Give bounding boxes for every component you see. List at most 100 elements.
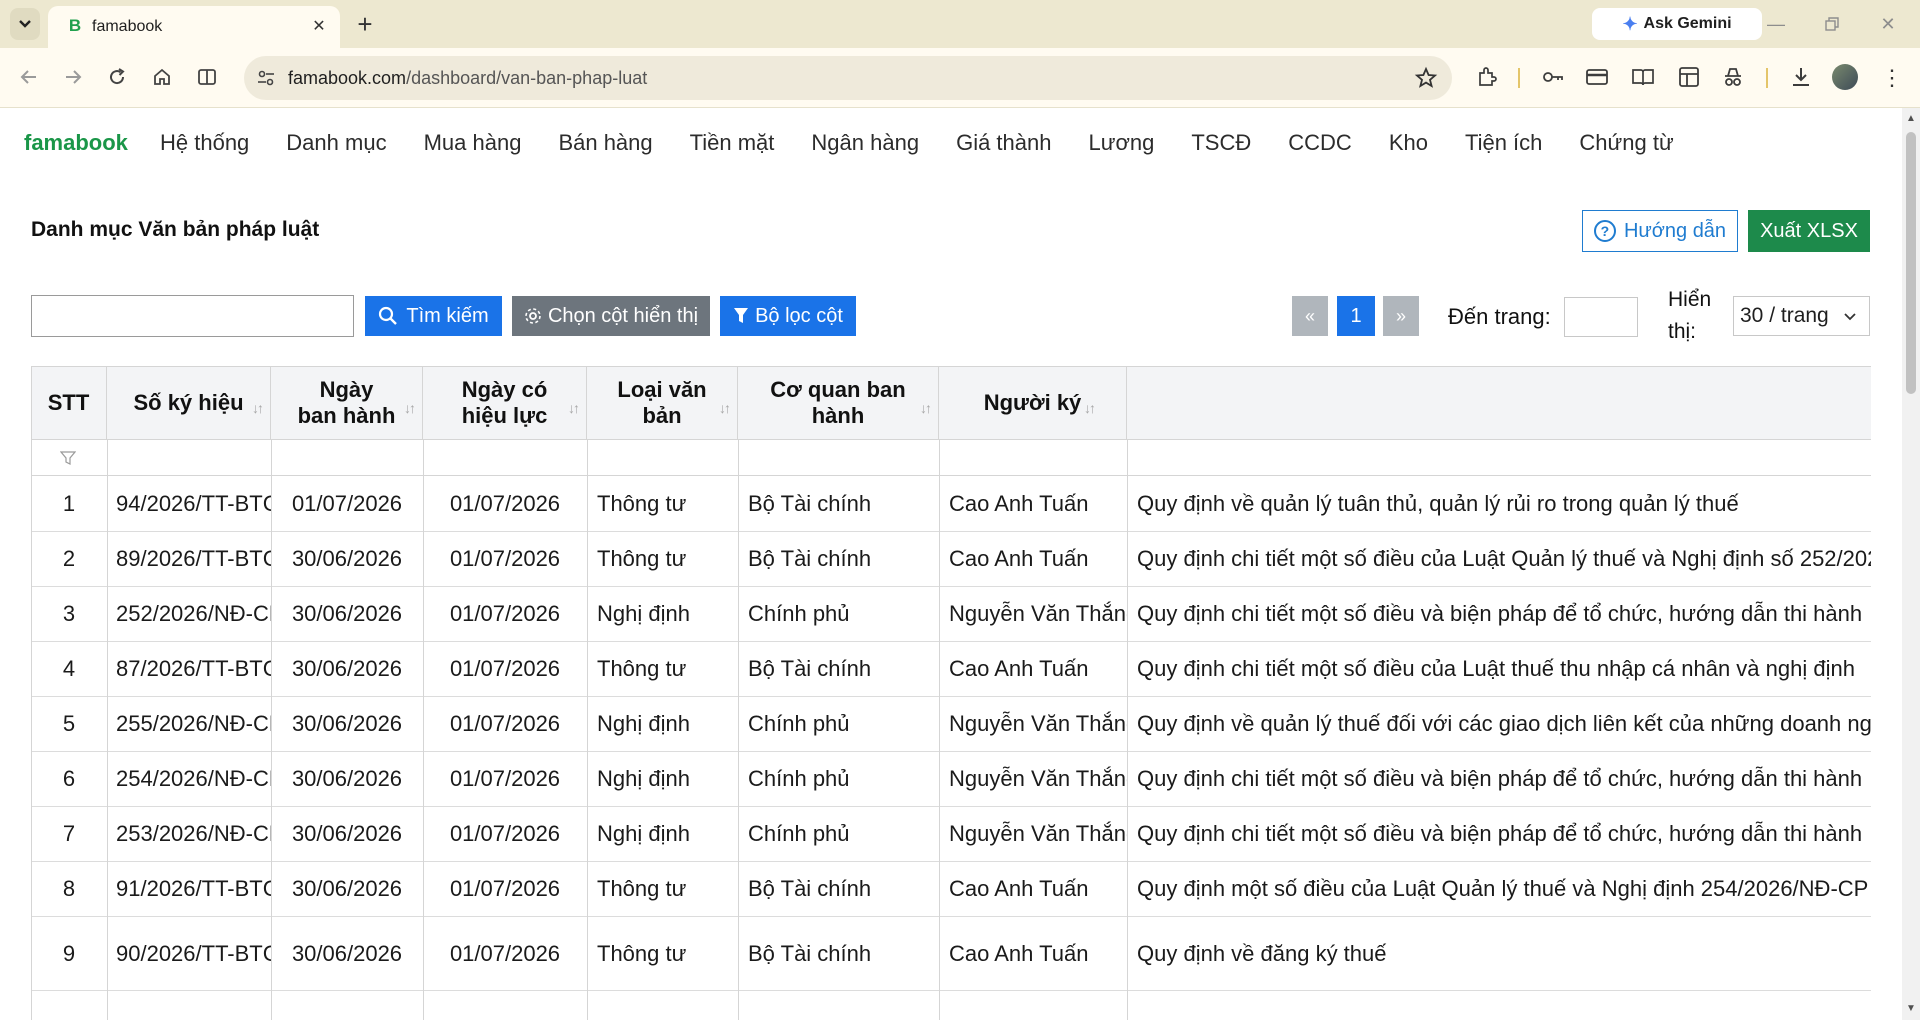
menu-item-ngan-hang[interactable]: Ngân hàng — [811, 130, 919, 156]
extensions-icon[interactable] — [1472, 62, 1502, 92]
menu-item-mua-hang[interactable]: Mua hàng — [424, 130, 522, 156]
menu-item-tscd[interactable]: TSCĐ — [1191, 130, 1251, 156]
site-settings-icon[interactable] — [256, 68, 276, 88]
url-text[interactable]: famabook.com/dashboard/van-ban-phap-luat — [288, 68, 647, 89]
profile-avatar[interactable] — [1832, 64, 1858, 90]
incognito-icon[interactable] — [1718, 62, 1748, 92]
tab-title: famabook — [92, 18, 163, 35]
browser-tab[interactable]: B famabook ✕ — [48, 6, 340, 48]
sort-icon[interactable]: ↓↑ — [252, 395, 264, 421]
column-header-ngay-co-hieu-luc[interactable]: Ngày có hiệu lực ↓↑ — [423, 367, 587, 439]
new-tab-button[interactable]: + — [350, 10, 380, 40]
minimize-button[interactable]: — — [1754, 6, 1798, 42]
cell-ngay-hieu-luc: 01/07/2026 — [449, 491, 561, 516]
table-row[interactable]: 3 252/2026/NĐ-CP 30/06/2026 01/07/2026 Nghị … — [31, 587, 1871, 642]
sort-icon[interactable]: ↓↑ — [920, 395, 932, 421]
page-size-label: Hiển thị: — [1668, 288, 1712, 343]
cell-ngay-hieu-luc: 01/07/2026 — [449, 876, 561, 901]
choose-columns-button[interactable]: Chọn cột hiển thị — [512, 296, 710, 336]
forward-button[interactable] — [56, 60, 90, 94]
menu-item-ban-hang[interactable]: Bán hàng — [558, 130, 652, 156]
column-header-ngay-ban-hanh[interactable]: Ngày ban hành ↓↑ — [271, 367, 423, 439]
menu-item-danh-muc[interactable]: Danh mục — [286, 130, 386, 156]
sort-icon[interactable]: ↓↑ — [404, 395, 416, 421]
bookmark-star-icon[interactable] — [1414, 66, 1438, 90]
password-key-icon[interactable] — [1538, 62, 1568, 92]
table-row[interactable]: 7 253/2026/NĐ-CP 30/06/2026 01/07/2026 Nghị … — [31, 807, 1871, 862]
search-button[interactable]: Tìm kiếm — [365, 296, 502, 336]
scroll-thumb[interactable] — [1906, 132, 1916, 394]
cell-so-ky-hieu: 91/2026/TT-BTC — [116, 876, 271, 901]
menu-item-luong[interactable]: Lương — [1088, 130, 1154, 156]
search-input[interactable] — [31, 295, 354, 337]
cell-trich-yeu: Quy định một số điều của Luật Quản lý th… — [1137, 876, 1869, 901]
cell-so-ky-hieu: 255/2026/NĐ-CP — [116, 711, 271, 736]
choose-columns-label: Chọn cột hiển thị — [547, 304, 699, 327]
tab-search-button[interactable] — [10, 8, 40, 40]
pagination-next[interactable]: » — [1383, 296, 1419, 336]
brand-logo[interactable]: famabook — [24, 130, 128, 156]
sort-icon[interactable]: ↓↑ — [568, 395, 580, 421]
reload-button[interactable] — [100, 60, 134, 94]
filter-icon[interactable] — [60, 450, 76, 466]
menu-item-tien-mat[interactable]: Tiền mặt — [690, 130, 775, 156]
menu-item-ccdc[interactable]: CCDC — [1288, 130, 1352, 156]
pagination-prev[interactable]: « — [1292, 296, 1328, 336]
column-filter-button[interactable]: Bộ lọc cột — [720, 296, 856, 336]
column-header-co-quan-ban-hanh[interactable]: Cơ quan ban hành ↓↑ — [738, 367, 939, 439]
menu-item-he-thong[interactable]: Hệ thống — [160, 130, 249, 156]
goto-page-input[interactable] — [1564, 297, 1638, 337]
column-header-loai-van-ban[interactable]: Loại văn bản ↓↑ — [587, 367, 738, 439]
toolbar-separator — [1518, 68, 1520, 88]
download-icon[interactable] — [1786, 62, 1816, 92]
back-button[interactable] — [12, 60, 46, 94]
cell-stt: 5 — [62, 711, 76, 736]
cell-stt: 1 — [62, 491, 76, 516]
column-header-stt[interactable]: STT — [31, 367, 107, 439]
export-xlsx-button[interactable]: Xuất XLSX — [1748, 210, 1870, 252]
more-menu-icon[interactable]: ⋮ — [1880, 64, 1904, 92]
chevron-down-icon — [1844, 313, 1856, 321]
cell-ngay-ban-hanh: 30/06/2026 — [291, 766, 403, 791]
table-row[interactable]: 8 91/2026/TT-BTC 30/06/2026 01/07/2026 Thông… — [31, 862, 1871, 917]
tab-groups-icon[interactable] — [1674, 62, 1704, 92]
ask-gemini-button[interactable]: ✦ Ask Gemini — [1592, 8, 1762, 40]
sort-icon[interactable]: ↓↑ — [1084, 395, 1096, 421]
question-circle-icon: ? — [1593, 220, 1616, 242]
cell-ngay-ban-hanh: 30/06/2026 — [291, 876, 403, 901]
sort-icon[interactable]: ↓↑ — [719, 395, 731, 421]
menu-item-kho[interactable]: Kho — [1389, 130, 1428, 156]
filter-icon — [734, 308, 749, 323]
reading-list-icon[interactable] — [1628, 62, 1658, 92]
page-size-select[interactable]: 30 / trang — [1733, 296, 1870, 336]
scroll-up-arrow-icon[interactable]: ▲ — [1906, 114, 1916, 124]
table-row[interactable]: 1 94/2026/TT-BTC 01/07/2026 01/07/2026 Thông… — [31, 477, 1871, 532]
cell-ngay-hieu-luc: 01/07/2026 — [449, 546, 561, 571]
cell-ngay-hieu-luc: 01/07/2026 — [449, 601, 561, 626]
help-button[interactable]: ? Hướng dẫn — [1582, 210, 1738, 252]
column-header-nguoi-ky[interactable]: Người ký ↓↑ — [939, 367, 1127, 439]
address-bar[interactable]: famabook.com/dashboard/van-ban-phap-luat — [244, 56, 1452, 100]
scroll-down-arrow-icon[interactable]: ▼ — [1906, 1004, 1916, 1014]
table-row[interactable]: 2 89/2026/TT-BTC 30/06/2026 01/07/2026 Thông… — [31, 532, 1871, 587]
cell-ngay-ban-hanh: 30/06/2026 — [291, 601, 403, 626]
pagination-page-1[interactable]: 1 — [1337, 296, 1375, 336]
close-icon[interactable]: ✕ — [308, 16, 330, 38]
home-button[interactable] — [145, 60, 179, 94]
cell-ngay-hieu-luc: 01/07/2026 — [449, 821, 561, 846]
table-row[interactable]: 4 87/2026/TT-BTC 30/06/2026 01/07/2026 Thông… — [31, 642, 1871, 697]
cell-stt: 8 — [62, 876, 76, 901]
column-header-so-ky-hieu[interactable]: Số ký hiệu ↓↑ — [107, 367, 271, 439]
menu-item-gia-thanh[interactable]: Giá thành — [956, 130, 1051, 156]
table-row[interactable]: 9 90/2026/TT-BTC 30/06/2026 01/07/2026 Thông… — [31, 917, 1871, 991]
payment-card-icon[interactable] — [1582, 62, 1612, 92]
reading-mode-button[interactable] — [190, 60, 224, 94]
table-row[interactable]: 6 254/2026/NĐ-CP 30/06/2026 01/07/2026 Nghị … — [31, 752, 1871, 807]
table-row[interactable]: 5 255/2026/NĐ-CP 30/06/2026 01/07/2026 Nghị … — [31, 697, 1871, 752]
menu-item-tien-ich[interactable]: Tiện ích — [1465, 130, 1542, 156]
restore-button[interactable] — [1810, 6, 1854, 42]
goto-page-label: Đến trang: — [1448, 304, 1551, 329]
page-scrollbar[interactable]: ▲ ▼ — [1902, 108, 1920, 1020]
window-close-button[interactable]: ✕ — [1866, 6, 1910, 42]
menu-item-chung-tu[interactable]: Chứng từ — [1579, 130, 1673, 156]
